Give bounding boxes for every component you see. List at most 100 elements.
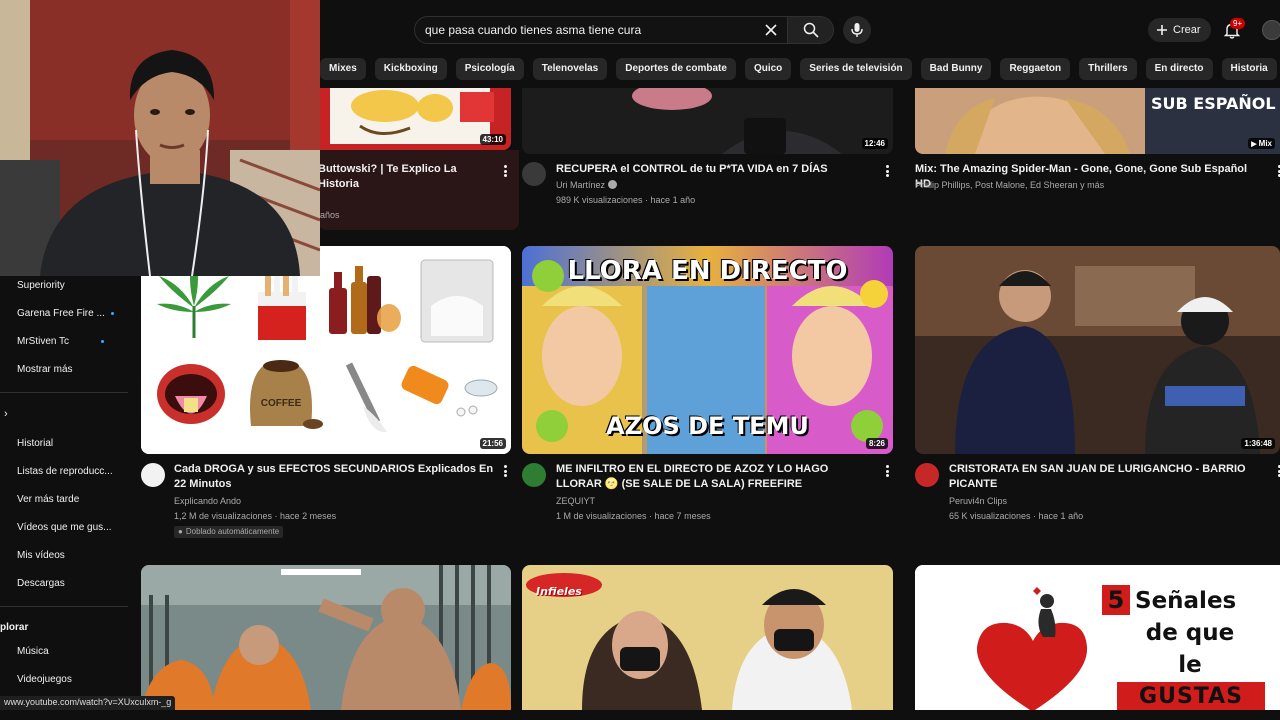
channel-name[interactable]: Explicando Ando	[174, 494, 241, 508]
clear-search-icon[interactable]	[763, 22, 779, 38]
search-box[interactable]	[414, 16, 788, 44]
youtube-home-page: Crear 9+ Mixes Kickboxing Psicología Teleno…	[0, 0, 1280, 720]
mix-icon: ▶	[1251, 140, 1257, 148]
channel-avatar[interactable]	[522, 162, 546, 186]
video-thumbnail[interactable]: SUB ESPAÑOL ▶ Mix	[915, 88, 1280, 154]
street-thumbnail-art	[915, 246, 1280, 454]
chip-thrillers[interactable]: Thrillers	[1079, 58, 1137, 80]
channel-avatar[interactable]	[522, 463, 546, 487]
video-duration: 8:26	[865, 438, 888, 449]
thumbnail-line-2: de que	[1145, 620, 1235, 646]
video-thumbnail[interactable]	[141, 565, 511, 710]
thumbnail-line-1: Señales	[1135, 588, 1237, 614]
sidebar-item-playlists[interactable]: Listas de reproducc...	[17, 466, 113, 477]
account-avatar[interactable]	[1262, 20, 1280, 40]
sidebar-item-downloads[interactable]: Descargas	[17, 578, 65, 589]
sidebar-divider	[0, 606, 128, 607]
sidebar-item-superiority[interactable]: Superiority	[17, 280, 65, 291]
chip-kickboxing[interactable]: Kickboxing	[374, 58, 447, 80]
dubbed-badge: ● Doblado automáticamente	[174, 526, 284, 538]
channel-name-row: Uri Martínez	[556, 178, 618, 192]
video-thumbnail-art	[522, 88, 893, 154]
chip-psicología[interactable]: Psicología	[455, 58, 524, 80]
channel-name[interactable]: Peruvi4n Clips	[949, 494, 1007, 508]
plus-icon	[1157, 25, 1167, 35]
video-meta: 989 K visualizaciones · hace 1 año	[556, 195, 696, 205]
channel-avatar[interactable]	[915, 463, 939, 487]
more-options-icon[interactable]	[500, 164, 510, 178]
chevron-right-icon[interactable]: ›	[4, 408, 8, 420]
more-options-icon[interactable]	[882, 464, 892, 478]
chip-bad-bunny[interactable]: Bad Bunny	[920, 58, 992, 80]
sidebar-item-music[interactable]: Música	[17, 646, 49, 657]
video-meta: 65 K visualizaciones · hace 1 año	[949, 511, 1084, 521]
thumbnail-overlay-text: LLORA EN DIRECTO	[567, 256, 848, 286]
notification-badge: 9+	[1230, 18, 1246, 29]
video-title[interactable]: RECUPERA el CONTROL de tu P*TA VIDA en 7…	[556, 162, 866, 177]
video-thumbnail[interactable]: LLORA EN DIRECTO AZOS DE TEMU 8:26	[522, 246, 893, 454]
video-duration: 1:36:48	[1241, 438, 1275, 449]
video-thumbnail[interactable]: 5 Señales de que le GUSTAS	[915, 565, 1280, 710]
chip-mixes[interactable]: Mixes	[320, 58, 366, 80]
sidebar-item-watch-later[interactable]: Ver más tarde	[17, 494, 79, 505]
microphone-icon	[851, 23, 863, 37]
video-thumbnail[interactable]: Infieles	[522, 565, 893, 710]
channel-avatar[interactable]	[141, 463, 165, 487]
sidebar-item-mrstiven[interactable]: MrStiven Tc	[17, 336, 105, 347]
more-options-icon[interactable]	[882, 164, 892, 178]
chip-telenovelas[interactable]: Telenovelas	[532, 58, 608, 80]
chip-en-directo[interactable]: En directo	[1145, 58, 1213, 80]
video-thumbnail[interactable]: 43:10	[320, 88, 511, 150]
sidebar-heading-explore: plorar	[0, 622, 29, 633]
thumbnail-line-4: GUSTAS	[1117, 682, 1265, 710]
video-duration: 43:10	[479, 134, 506, 145]
mix-badge: ▶ Mix	[1248, 138, 1275, 149]
video-duration: 21:56	[479, 438, 506, 449]
more-options-icon[interactable]	[1274, 464, 1280, 478]
thumbnail-number: 5	[1102, 585, 1130, 615]
video-duration: 12:46	[861, 138, 888, 149]
sidebar-show-more[interactable]: Mostrar más	[17, 364, 73, 375]
video-meta: años	[320, 210, 340, 220]
more-options-icon[interactable]	[500, 464, 510, 478]
search-button[interactable]	[788, 16, 834, 44]
sidebar: Superiority Garena Free Fire ... MrStive…	[0, 276, 130, 720]
channel-name[interactable]: Uri Martínez	[556, 180, 605, 190]
channel-name[interactable]: Phillip Phillips, Post Malone, Ed Sheera…	[915, 178, 1104, 192]
more-options-icon[interactable]	[1274, 164, 1280, 178]
video-title[interactable]: Buttowski? | Te Explico La Historia	[318, 162, 498, 192]
thumbnail-overlay-text: AZOS DE TEMU	[606, 412, 809, 440]
prison-thumbnail-art	[141, 565, 511, 710]
video-thumbnail[interactable]: 12:46	[522, 88, 893, 154]
chip-historia[interactable]: Historia	[1221, 58, 1277, 80]
sidebar-item-liked-videos[interactable]: Vídeos que me gus...	[17, 522, 112, 533]
sidebar-item-my-videos[interactable]: Mis vídeos	[17, 550, 65, 561]
sidebar-item-garena[interactable]: Garena Free Fire ...	[17, 308, 114, 319]
channel-name[interactable]: ZEQUIYT	[556, 494, 595, 508]
create-label: Crear	[1173, 24, 1201, 36]
chip-reggaeton[interactable]: Reggaeton	[1000, 58, 1071, 80]
tongue-pill-icon	[157, 364, 225, 424]
chip-quico[interactable]: Quico	[744, 58, 792, 80]
voice-search-button[interactable]	[843, 16, 871, 44]
thumbnail-line-3: le	[1178, 652, 1202, 678]
thumbnail-overlay-text: SUB ESPAÑOL	[1151, 94, 1276, 113]
chip-deportes-de-combate[interactable]: Deportes de combate	[616, 58, 736, 80]
sidebar-item-gaming[interactable]: Videojuegos	[17, 674, 72, 685]
sidebar-item-history[interactable]: Historial	[17, 438, 53, 449]
video-thumbnail[interactable]: COFFEE 21:56	[141, 246, 511, 454]
video-title[interactable]: ME INFILTRO EN EL DIRECTO DE AZOZ Y LO H…	[556, 462, 874, 492]
drugs-thumbnail-art: COFFEE	[141, 246, 511, 454]
chip-series-de-televisión[interactable]: Series de televisión	[800, 58, 912, 80]
video-title[interactable]: CRISTORATA EN SAN JUAN DE LURIGANCHO - B…	[949, 462, 1259, 492]
powder-bag-icon	[420, 259, 494, 343]
video-title[interactable]: Cada DROGA y sus EFECTOS SECUNDARIOS Exp…	[174, 462, 494, 492]
dubbed-icon: ●	[178, 527, 183, 536]
sidebar-divider	[0, 392, 128, 393]
filter-chips: Mixes Kickboxing Psicología Telenovelas Depo…	[320, 58, 1280, 80]
create-button[interactable]: Crear	[1148, 18, 1211, 42]
search-input[interactable]	[425, 23, 755, 37]
video-meta: 1 M de visualizaciones · hace 7 meses	[556, 511, 711, 521]
video-meta: 1,2 M de visualizaciones · hace 2 meses	[174, 511, 337, 521]
video-thumbnail[interactable]: 1:36:48	[915, 246, 1280, 454]
